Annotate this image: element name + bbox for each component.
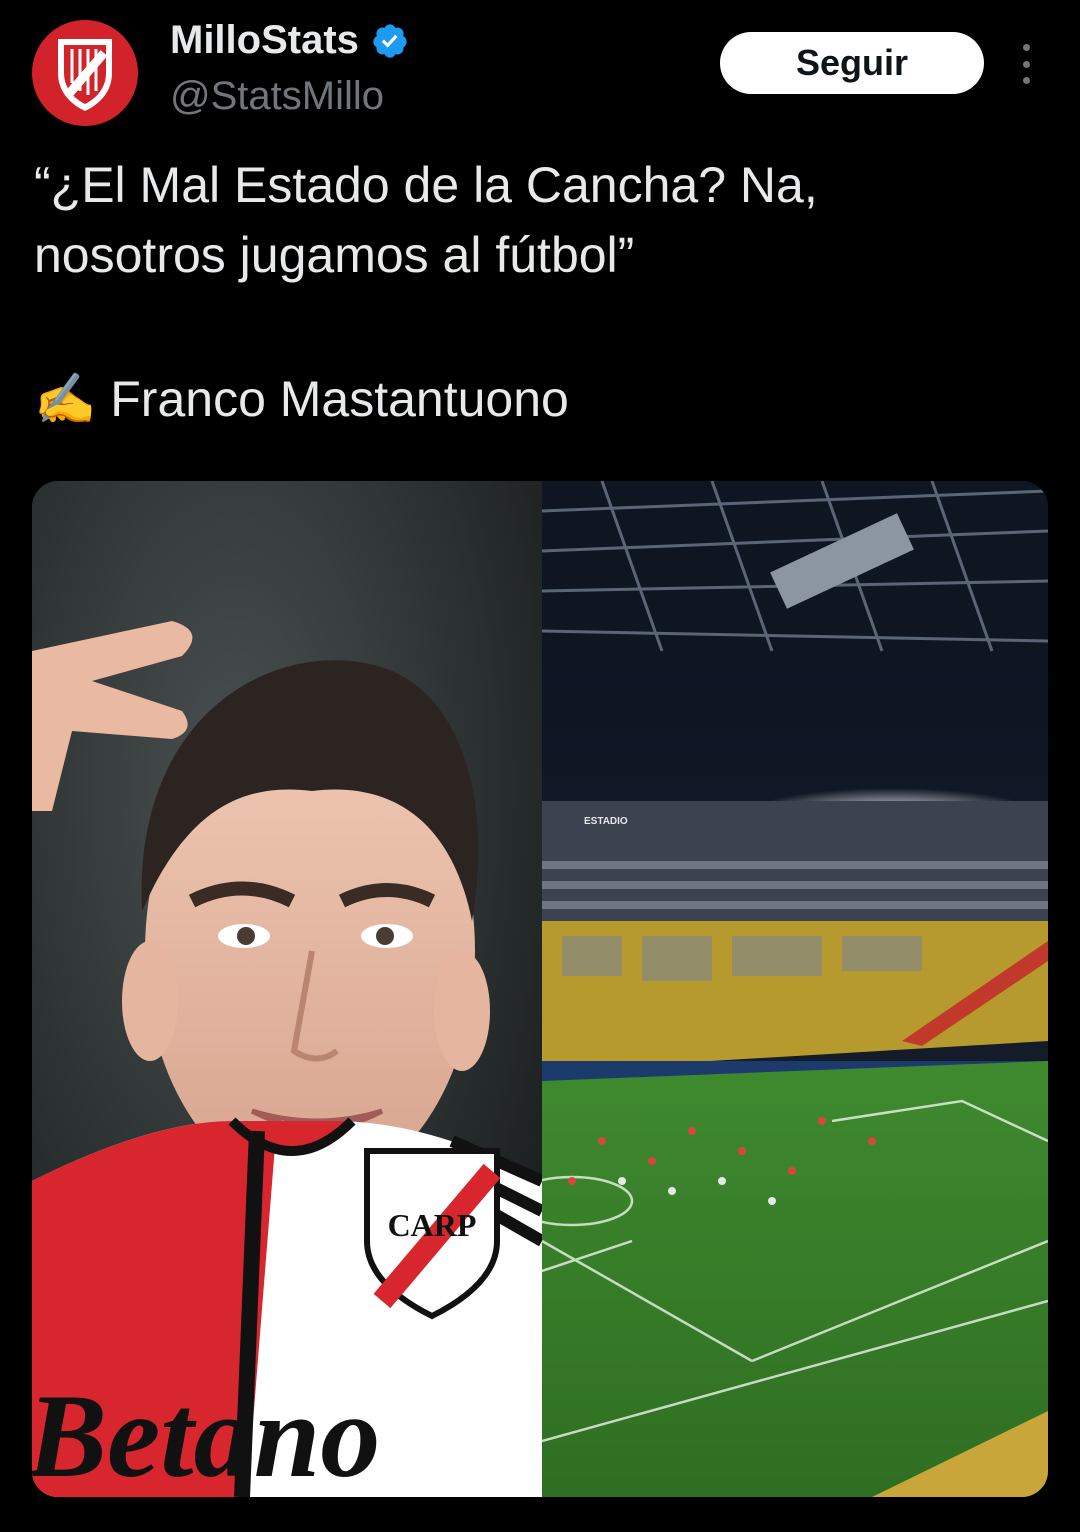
verified-badge-icon [373,23,407,58]
follow-button[interactable]: Seguir [720,32,984,94]
sponsor-text: Betano [32,1369,380,1497]
dot [1022,77,1030,84]
quoted-author: Franco Mastantuono [110,371,569,427]
display-name[interactable]: MilloStats [170,18,359,63]
dot [1022,60,1030,68]
player-photo[interactable]: CARP Betano [32,481,542,1497]
more-vertical-icon[interactable] [1014,44,1038,84]
tweet-text: “¿El Mal Estado de la Cancha? Na, nosotr… [34,150,1044,290]
tweet-media[interactable]: CARP Betano ESTADIO [32,481,1048,1497]
river-plate-crest-icon [58,39,112,111]
tweet-line-2: nosotros jugamos al fútbol” [34,227,635,283]
account-name-row[interactable]: MilloStats [170,18,409,63]
player-illustration: CARP Betano [32,481,542,1497]
stadium-illustration: ESTADIO [542,481,1048,1497]
stadium-photo[interactable]: ESTADIO [542,481,1048,1497]
crest-text: CARP [388,1207,477,1243]
avatar[interactable] [32,20,138,126]
tweet-line-1: “¿El Mal Estado de la Cancha? Na, [34,157,818,213]
tweet-author-line: ✍️ Franco Mastantuono [34,364,569,434]
stadium-sign: ESTADIO [584,816,628,827]
account-handle[interactable]: @StatsMillo [170,74,384,119]
writing-hand-icon: ✍️ [34,371,97,427]
dot [1022,44,1030,51]
